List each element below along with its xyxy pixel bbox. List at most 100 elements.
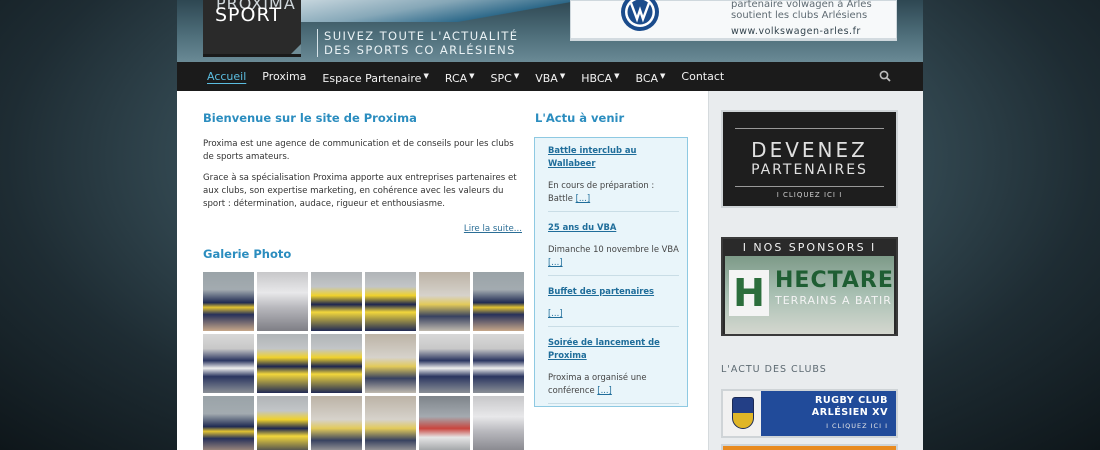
sidebar: DEVENEZ PARTENAIRES I CLIQUEZ ICI I I NO… (708, 91, 923, 450)
gallery-photo[interactable] (257, 272, 308, 331)
gallery-photo[interactable] (419, 396, 470, 450)
tagline-line2: DES SPORTS CO ARLÉSIENS (324, 43, 516, 57)
gallery-photo[interactable] (473, 396, 524, 450)
volkswagen-logo-icon (621, 0, 659, 31)
event-title-link[interactable]: Battle interclub au Wallabeer (548, 144, 679, 170)
sponsor-letter: H (729, 270, 769, 316)
read-more-link[interactable]: Lire la suite... (464, 224, 522, 234)
nav-item-bca[interactable]: BCA ▼ (635, 62, 665, 91)
nav-label: BCA (635, 72, 659, 85)
nav-label: Proxima (262, 70, 307, 83)
event-more-link[interactable]: [...] (576, 193, 591, 203)
site-tagline: SUIVEZ TOUTE L'ACTUALITÉ DES SPORTS CO A… (317, 29, 518, 57)
event-title-link[interactable]: Soirée de lancement de Proxima (548, 336, 679, 362)
event-item: 25 ans du VBA Dimanche 10 novembre le VB… (548, 221, 679, 276)
photo-gallery (203, 272, 524, 450)
devenez-title: DEVENEZ (751, 138, 868, 162)
nav-label: HBCA (581, 72, 613, 85)
actu-clubs-heading: L'ACTU DES CLUBS (721, 364, 827, 375)
events-box: Battle interclub au Wallabeer En cours d… (534, 137, 688, 407)
sponsors-block[interactable]: I NOS SPONSORS I H HECTARE TERRAINS A BA… (721, 237, 898, 336)
gallery-photo[interactable] (419, 272, 470, 331)
logo-corner (291, 44, 301, 54)
ad-divider (571, 38, 896, 40)
intro-paragraph: Grace à sa spécialisation Proxima apport… (203, 173, 517, 209)
caret-down-icon: ▼ (423, 72, 429, 80)
event-desc-text: Dimanche 10 novembre le VBA (548, 244, 679, 254)
header-decoration (297, 0, 577, 22)
gallery-photo[interactable] (419, 334, 470, 393)
ad-rule (735, 128, 884, 129)
devenez-partenaires-ad[interactable]: DEVENEZ PARTENAIRES I CLIQUEZ ICI I (721, 110, 898, 208)
gallery-photo[interactable] (311, 396, 362, 450)
nav-item-hbca[interactable]: HBCA ▼ (581, 62, 619, 91)
caret-down-icon: ▼ (513, 72, 520, 80)
volkswagen-banner-ad[interactable]: partenaire volwagen à Arles soutient les… (570, 0, 897, 41)
nav-item-proxima[interactable]: Proxima (262, 62, 306, 91)
gallery-photo[interactable] (473, 334, 524, 393)
gallery-photo[interactable] (311, 334, 362, 393)
event-item: Buffet des partenaires [...] (548, 285, 679, 327)
caret-down-icon: ▼ (614, 72, 620, 80)
event-description: En cours de préparation : Battle [...] (548, 179, 679, 205)
nav-menu: Accueil Proxima Espace Partenaire ▼ RCA ▼ … (207, 62, 740, 91)
gallery-photo[interactable] (257, 334, 308, 393)
gallery-photo[interactable] (473, 272, 524, 331)
club-banner-partial[interactable] (721, 444, 898, 450)
nav-label: Accueil (207, 70, 247, 83)
page: PROXIMA SPORT SUIVEZ TOUTE L'ACTUALITÉ D… (177, 0, 923, 450)
site-logo[interactable]: PROXIMA SPORT (203, 0, 301, 57)
welcome-title: Bienvenue sur le site de Proxima (203, 111, 417, 125)
gallery-photo[interactable] (365, 272, 416, 331)
nav-label: RCA (444, 72, 468, 85)
nav-item-contact[interactable]: Contact (681, 62, 724, 91)
nav-item-spc[interactable]: SPC ▼ (491, 62, 520, 91)
nav-item-espace-partenaire[interactable]: Espace Partenaire ▼ (322, 62, 428, 91)
sponsor-brand: HECTARE (775, 268, 894, 293)
gallery-title: Galerie Photo (203, 247, 292, 261)
sponsor-sub: TERRAINS A BATIR (775, 294, 892, 307)
caret-down-icon: ▼ (660, 72, 666, 80)
rugby-title-line1: RUGBY CLUB (814, 395, 888, 406)
cliquez-ici-label: I CLIQUEZ ICI I (776, 191, 843, 199)
caret-down-icon: ▼ (469, 72, 475, 80)
nav-item-accueil[interactable]: Accueil (207, 62, 246, 91)
event-title-link[interactable]: Buffet des partenaires (548, 285, 679, 298)
nav-label: VBA (535, 72, 558, 85)
caret-down-icon: ▼ (559, 72, 566, 80)
sponsors-heading: I NOS SPONSORS I (742, 241, 877, 254)
gallery-photo[interactable] (311, 272, 362, 331)
rugby-club-banner[interactable]: RUGBY CLUB ARLÉSIEN XV I CLIQUEZ ICI I (721, 389, 898, 438)
ad-line2: soutient les clubs Arlésiens (731, 10, 868, 21)
ad-url[interactable]: www.volkswagen-arles.fr (731, 26, 861, 37)
nav-item-rca[interactable]: RCA ▼ (445, 62, 475, 91)
gallery-photo[interactable] (203, 334, 254, 393)
event-title-link[interactable]: 25 ans du VBA (548, 221, 679, 234)
ad-rule (735, 186, 884, 187)
event-more-link[interactable]: [...] (597, 385, 612, 395)
logo-text-bottom: SPORT (215, 4, 282, 26)
ad-line1: partenaire volwagen à Arles (731, 0, 872, 10)
event-desc-text: En cours de préparation : Battle (548, 180, 655, 203)
event-item: Battle interclub au Wallabeer En cours d… (548, 144, 679, 212)
gallery-photo[interactable] (203, 272, 254, 331)
event-item: Soirée de lancement de Proxima Proxima a… (548, 336, 679, 404)
tagline-line1: SUIVEZ TOUTE L'ACTUALITÉ (324, 29, 519, 43)
main-nav: Accueil Proxima Espace Partenaire ▼ RCA ▼ … (177, 62, 923, 91)
partenaires-title: PARTENAIRES (751, 162, 868, 178)
nav-item-vba[interactable]: VBA ▼ (535, 62, 565, 91)
rugby-cliquez-label: I CLIQUEZ ICI I (826, 422, 888, 430)
gallery-photo[interactable] (365, 396, 416, 450)
event-more-link[interactable]: [...] (548, 257, 563, 267)
search-icon[interactable] (879, 70, 891, 82)
gallery-photo[interactable] (257, 396, 308, 450)
gallery-photo[interactable] (365, 334, 416, 393)
site-header: PROXIMA SPORT SUIVEZ TOUTE L'ACTUALITÉ D… (177, 0, 923, 62)
rugby-crest-icon (732, 397, 754, 429)
event-more-link[interactable]: [...] (548, 308, 563, 318)
gallery-photo[interactable] (203, 396, 254, 450)
intro-text: Proxima est une agence de communication … (203, 138, 523, 219)
intro-paragraph: Proxima est une agence de communication … (203, 139, 514, 162)
nav-label: Espace Partenaire (322, 72, 422, 85)
nav-label: SPC (490, 72, 512, 85)
